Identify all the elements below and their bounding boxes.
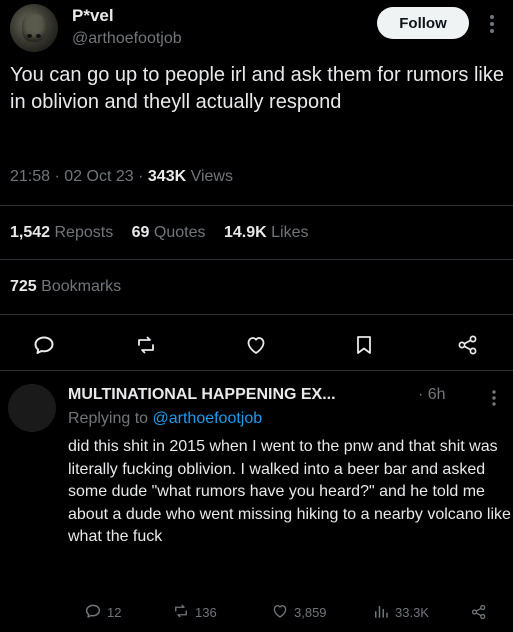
replying-prefix: Replying to — [68, 410, 149, 427]
replying-to: Replying to @arthoefootjob — [68, 410, 262, 428]
share-icon[interactable] — [456, 333, 480, 357]
reply-like-button[interactable]: 3,859 — [271, 602, 327, 622]
reply-icon — [84, 602, 102, 623]
reply-reply-button[interactable]: 12 — [84, 602, 121, 622]
share-icon[interactable] — [470, 602, 488, 622]
likes-label: Likes — [271, 224, 309, 241]
bookmarks-label: Bookmarks — [41, 278, 122, 295]
reply-icon[interactable] — [32, 333, 56, 357]
reply-display-name[interactable]: MULTINATIONAL HAPPENING EX... — [68, 386, 336, 404]
repost-icon[interactable] — [134, 333, 158, 357]
separator: · — [54, 168, 60, 185]
tweet-time[interactable]: 21:58 — [10, 168, 50, 185]
avatar-eye — [27, 34, 32, 38]
avatar[interactable] — [10, 4, 58, 52]
bookmark-icon[interactable] — [352, 333, 376, 357]
reposts-label: Reposts — [54, 224, 114, 241]
repost-count: 136 — [195, 604, 217, 620]
quotes-link[interactable]: 69 Quotes — [132, 224, 206, 241]
like-icon[interactable] — [244, 333, 268, 357]
views-count: 343K — [147, 168, 187, 185]
bookmarks-link[interactable]: 725 Bookmarks — [10, 278, 121, 296]
more-vertical-icon[interactable] — [482, 12, 502, 36]
reposts-link[interactable]: 1,542 Reposts — [10, 224, 113, 241]
bookmarks-count: 725 — [10, 278, 37, 295]
repost-icon — [172, 602, 190, 623]
reply-avatar[interactable] — [8, 384, 56, 432]
tweet-date[interactable]: 02 Oct 23 — [64, 168, 133, 185]
mention-link[interactable]: @arthoefootjob — [153, 410, 263, 427]
likes-count: 14.9K — [223, 224, 267, 241]
reply-views-button[interactable]: 33.3K — [372, 602, 429, 622]
likes-link[interactable]: 14.9K Likes — [224, 224, 309, 241]
follow-button[interactable]: Follow — [377, 7, 469, 39]
divider — [0, 314, 513, 315]
display-name[interactable]: P*vel — [72, 6, 114, 26]
avatar-eye — [36, 34, 41, 38]
separator: · — [138, 168, 144, 185]
quotes-label: Quotes — [153, 224, 206, 241]
reply-timestamp[interactable]: 6h — [428, 386, 446, 403]
reply-repost-button[interactable]: 136 — [172, 602, 217, 622]
divider — [0, 370, 513, 371]
divider — [0, 259, 513, 260]
quotes-count: 69 — [131, 224, 150, 241]
tweet-text: You can go up to people irl and ask them… — [10, 64, 504, 113]
engagement-stats: 1,542 Reposts 69 Quotes 14.9K Likes — [10, 224, 308, 242]
user-handle[interactable]: @arthoefootjob — [72, 30, 182, 48]
avatar-face — [22, 14, 46, 42]
reply-text: did this shit in 2015 when I went to the… — [68, 438, 511, 545]
more-vertical-icon[interactable] — [486, 388, 502, 408]
reply-time: · 6h — [418, 386, 446, 404]
tweet-meta: 21:58 · 02 Oct 23 · 343K Views — [10, 168, 233, 186]
like-count: 3,859 — [294, 604, 327, 620]
like-icon — [271, 602, 289, 623]
views-icon — [372, 602, 390, 623]
separator: · — [418, 386, 424, 403]
views-label: Views — [190, 168, 233, 185]
reply-count: 12 — [107, 604, 122, 620]
divider — [0, 205, 513, 206]
reposts-count: 1,542 — [10, 224, 51, 241]
views-count: 33.3K — [395, 604, 429, 620]
tweet-header: P*vel @arthoefootjob Follow — [0, 0, 513, 52]
